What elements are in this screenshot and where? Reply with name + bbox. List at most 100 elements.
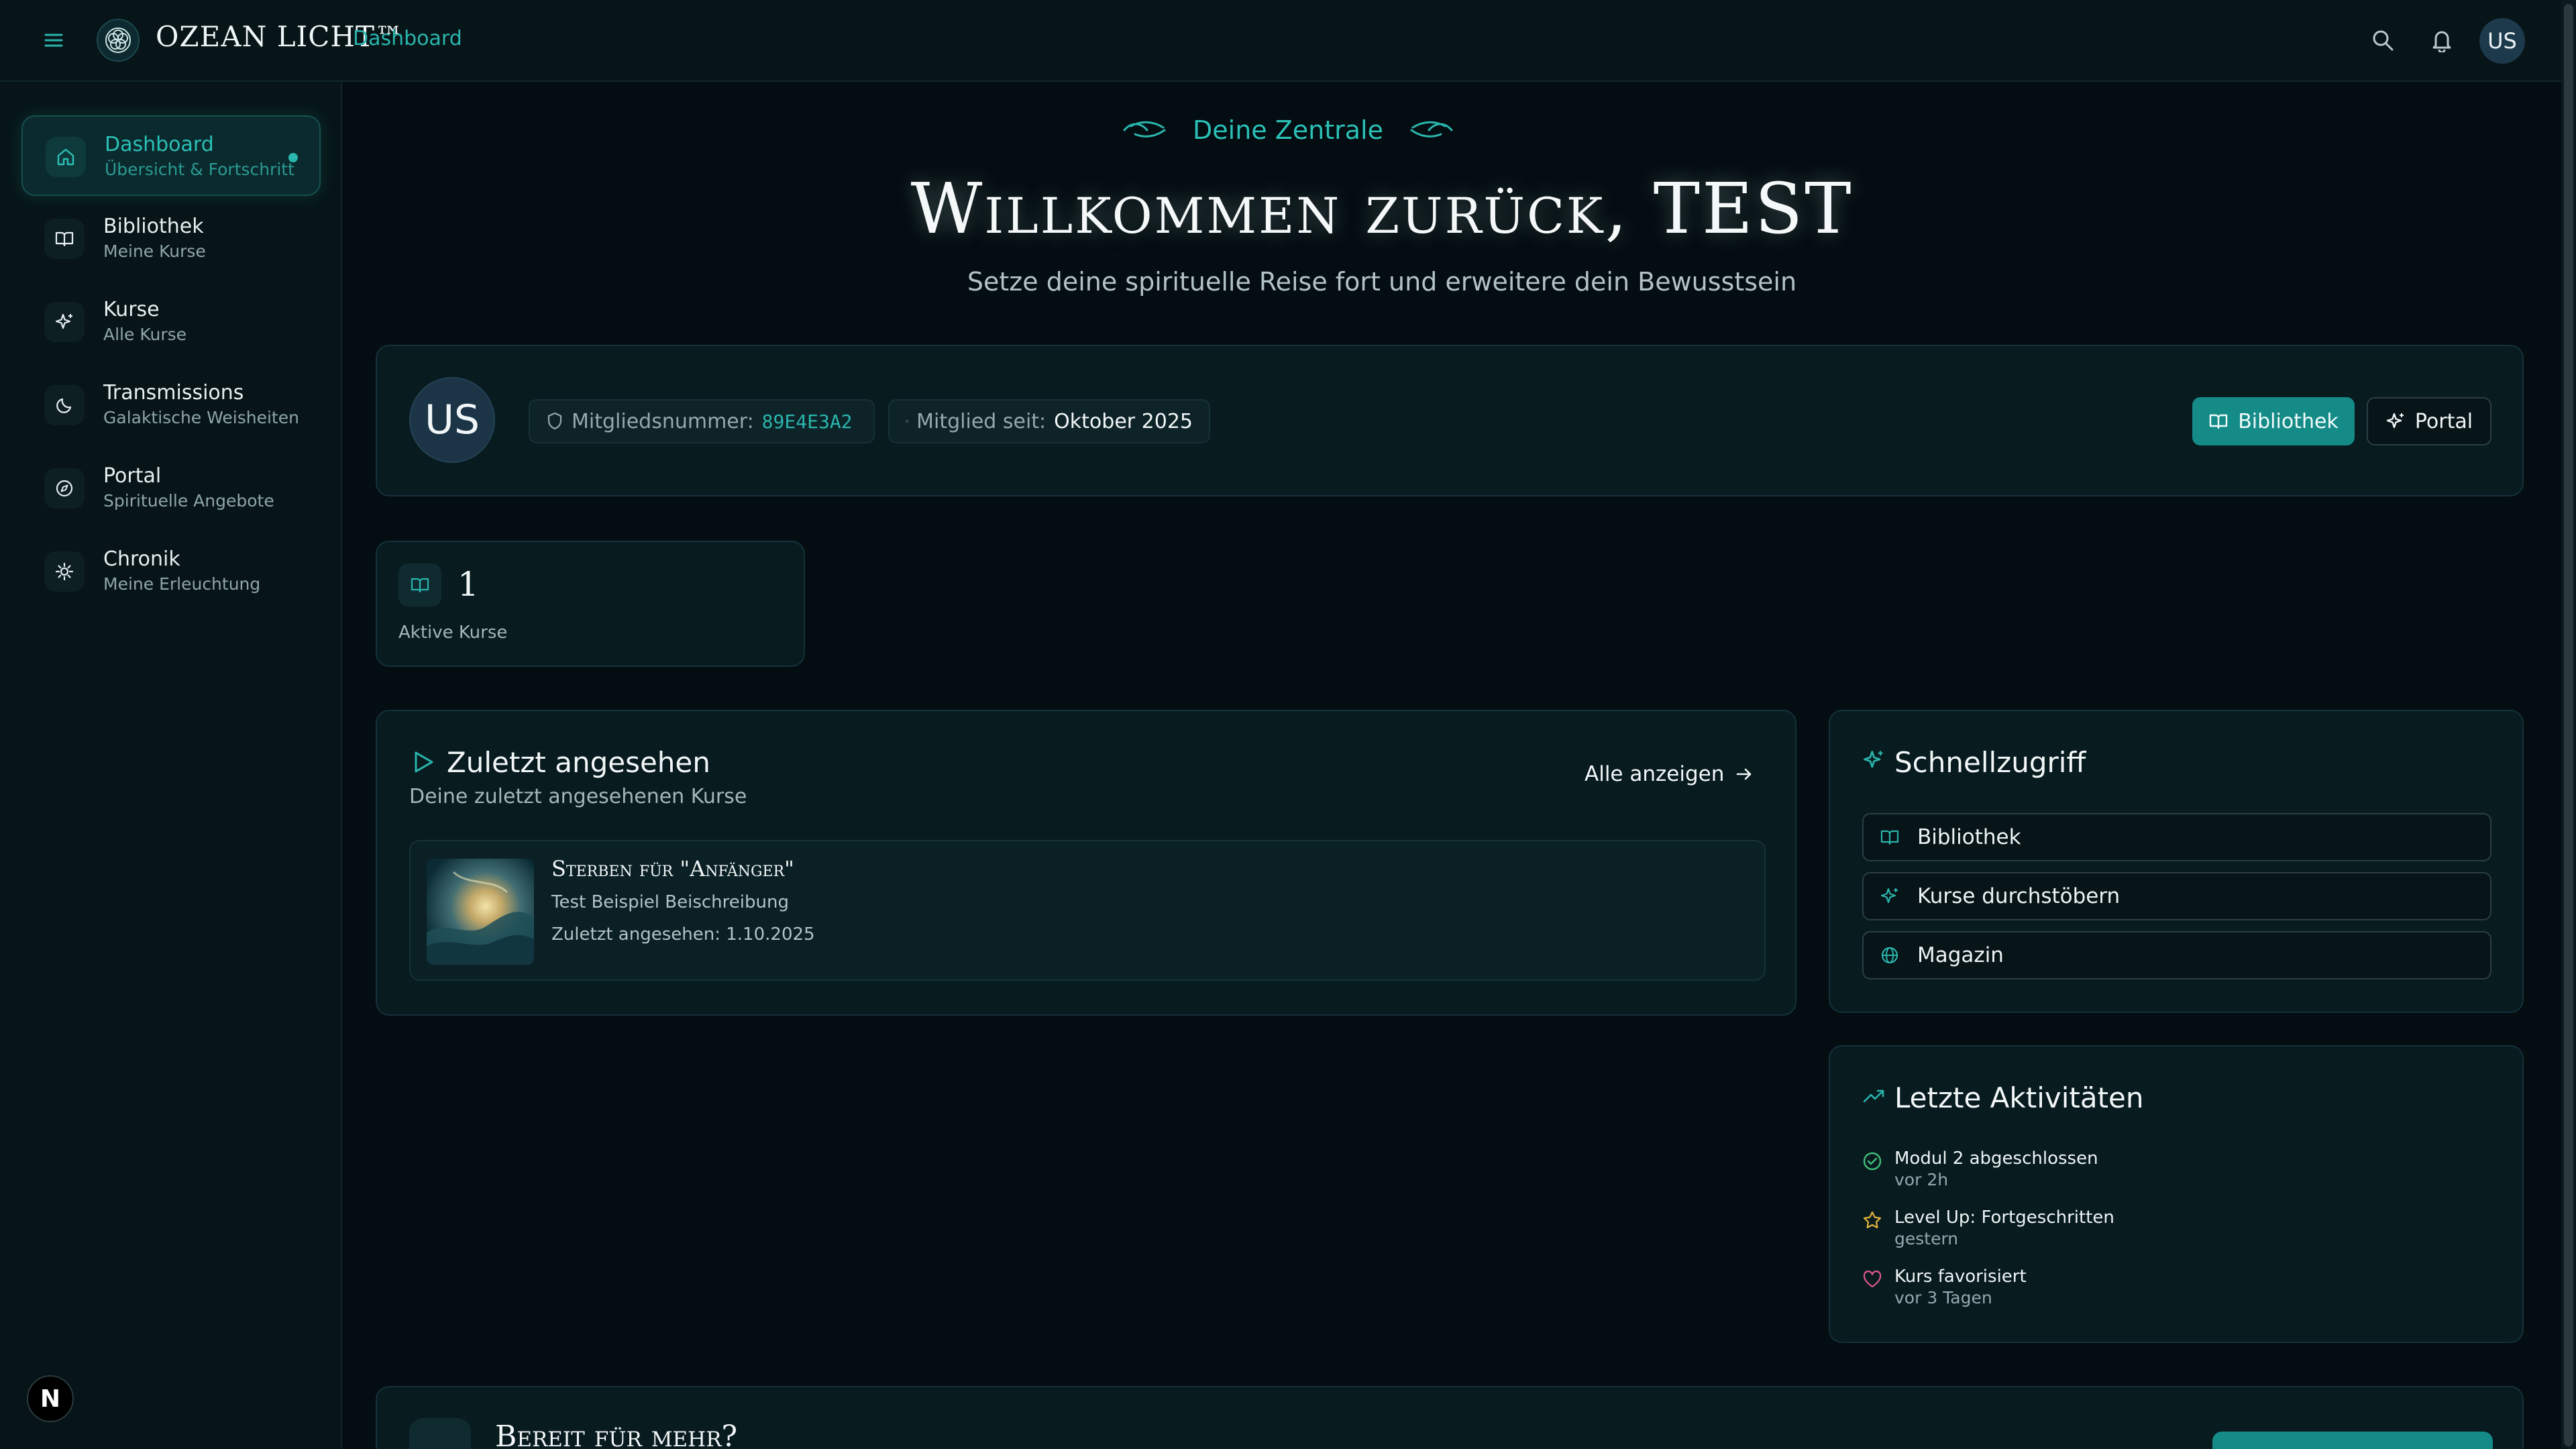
activity-card: Letzte Aktivitäten Modul 2 abgeschlossen… [1829,1045,2524,1343]
globe-icon [1881,947,1898,964]
shield-icon [547,412,562,430]
stat-card: 1 Aktive Kurse [376,541,805,667]
sidebar-item-chronik[interactable]: Chronik Meine Erleuchtung [21,531,321,612]
compass-icon [44,468,85,508]
member-since-label: Mitglied seit: [916,409,1046,433]
see-all-link[interactable]: Alle anzeigen [1585,762,1754,786]
section-subtitle: Deine zuletzt angesehenen Kurse [409,785,747,808]
page-subtitle: Setze deine spirituelle Reise fort und e… [967,267,1797,297]
dev-badge[interactable]: N [27,1375,74,1422]
member-number-value: 89E4E3A2 [761,410,853,433]
check-circle-icon [1862,1151,1882,1171]
sidebar-item-label: Transmissions [103,381,244,405]
wave-ornament-left-icon [1123,121,1166,138]
scrollbar-thumb[interactable] [2564,4,2573,1446]
member-since-chip: Mitglied seit: Oktober 2025 [888,399,1210,443]
breadcrumb[interactable]: Dashboard [353,27,462,50]
sidebar: Dashboard Übersicht & Fortschritt Biblio… [0,82,342,1449]
search-icon[interactable] [2367,24,2399,56]
library-button-label: Bibliothek [2238,409,2339,433]
sidebar-item-dashboard[interactable]: Dashboard Übersicht & Fortschritt [21,115,321,196]
member-avatar: US [409,377,495,463]
course-thumbnail [427,859,534,965]
quick-link-magazin[interactable]: Magazin [1862,931,2491,979]
sidebar-item-sublabel: Meine Erleuchtung [103,574,261,594]
quick-link-bibliothek[interactable]: Bibliothek [1862,813,2491,861]
sidebar-item-sublabel: Übersicht & Fortschritt [105,160,294,179]
activity-title: Kurs favorisiert [1894,1267,2027,1287]
sparkles-icon [44,302,85,342]
section-title: Zuletzt angesehen [447,746,710,779]
section-title: Letzte Aktivitäten [1894,1081,2144,1114]
see-all-label: Alle anzeigen [1585,762,1725,786]
upgrade-button[interactable] [2212,1432,2493,1449]
sidebar-item-kurse[interactable]: Kurse Alle Kurse [21,282,321,362]
star-icon [1862,1210,1882,1230]
stat-label: Aktive Kurse [398,623,508,643]
library-button[interactable]: Bibliothek [2192,397,2355,445]
course-title: Sterben für "Anfänger" [551,856,794,881]
course-list-item[interactable]: Sterben für "Anfänger" Test Beispiel Bei… [409,840,1766,981]
calendar-icon [906,420,908,423]
activity-time: vor 3 Tagen [1894,1288,1992,1307]
stat-value: 1 [458,565,479,604]
activity-title: Modul 2 abgeschlossen [1894,1148,2098,1169]
sidebar-item-sublabel: Meine Kurse [103,241,206,261]
avatar[interactable]: US [2479,18,2525,64]
quick-link-kurse[interactable]: Kurse durchstöbern [1862,872,2491,920]
member-since-value: Oktober 2025 [1054,409,1193,433]
activity-time: gestern [1894,1229,1959,1248]
sidebar-item-sublabel: Alle Kurse [103,325,186,344]
menu-icon[interactable] [38,24,70,56]
logo-icon[interactable] [97,19,140,62]
upgrade-card: Bereit für mehr? [376,1386,2524,1449]
eyebrow: Deine Zentrale [986,115,1590,145]
sidebar-item-sublabel: Galaktische Weisheiten [103,408,299,427]
sun-icon [44,551,85,592]
book-icon [398,564,441,606]
activity-item: Modul 2 abgeschlossen vor 2h [1862,1148,2466,1191]
book-icon [1880,830,1899,845]
activity-time: vor 2h [1894,1170,1949,1189]
portal-button[interactable]: Portal [2367,397,2491,445]
sidebar-item-portal[interactable]: Portal Spirituelle Angebote [21,448,321,529]
quick-link-label: Bibliothek [1917,825,2021,849]
sidebar-item-sublabel: Spirituelle Angebote [103,491,274,511]
book-icon [2210,414,2228,429]
recent-card: Zuletzt angesehen Deine zuletzt angesehe… [376,710,1796,1016]
section-title: Schnellzugriff [1894,746,2086,779]
sidebar-item-label: Portal [103,464,162,488]
trending-up-icon [1862,1085,1885,1106]
sidebar-item-transmissions[interactable]: Transmissions Galaktische Weisheiten [21,365,321,445]
sparkles-icon [2386,413,2404,429]
top-bar: OZEAN LICHT™ Dashboard US [0,0,2561,82]
quick-access-card: Schnellzugriff Bibliothek Kurse durchstö… [1829,710,2524,1013]
portal-button-label: Portal [2414,409,2473,433]
sidebar-item-bibliothek[interactable]: Bibliothek Meine Kurse [21,199,321,279]
upgrade-title: Bereit für mehr? [495,1419,738,1449]
book-icon [44,219,85,259]
member-number-chip: Mitgliedsnummer: 89E4E3A2 [529,399,875,443]
heart-icon [1862,1269,1882,1289]
bell-icon[interactable] [2426,24,2458,56]
member-card: US Mitgliedsnummer: 89E4E3A2 Mitglied se… [376,345,2524,496]
page-title: Willkommen zurück, TEST [910,168,1854,250]
wave-ornament-right-icon [1410,121,1453,138]
eyebrow-text: Deine Zentrale [1193,115,1383,145]
sidebar-item-label: Bibliothek [103,215,204,238]
member-number-label: Mitgliedsnummer: [572,409,754,433]
activity-item: Kurs favorisiert vor 3 Tagen [1862,1267,2466,1309]
sidebar-item-label: Dashboard [105,133,214,156]
activity-title: Level Up: Fortgeschritten [1894,1208,2114,1228]
sidebar-item-label: Kurse [103,298,160,321]
activity-item: Level Up: Fortgeschritten gestern [1862,1208,2466,1250]
sidebar-item-label: Chronik [103,547,180,571]
active-indicator [288,153,298,162]
course-last-seen: Zuletzt angesehen: 1.10.2025 [551,924,815,945]
arrow-right-icon [1737,768,1752,780]
course-description: Test Beispiel Beischreibung [551,892,789,912]
quick-link-label: Magazin [1917,943,2004,967]
sparkles-icon [1880,888,1898,904]
rocket-icon [409,1418,471,1449]
play-icon [409,749,436,775]
